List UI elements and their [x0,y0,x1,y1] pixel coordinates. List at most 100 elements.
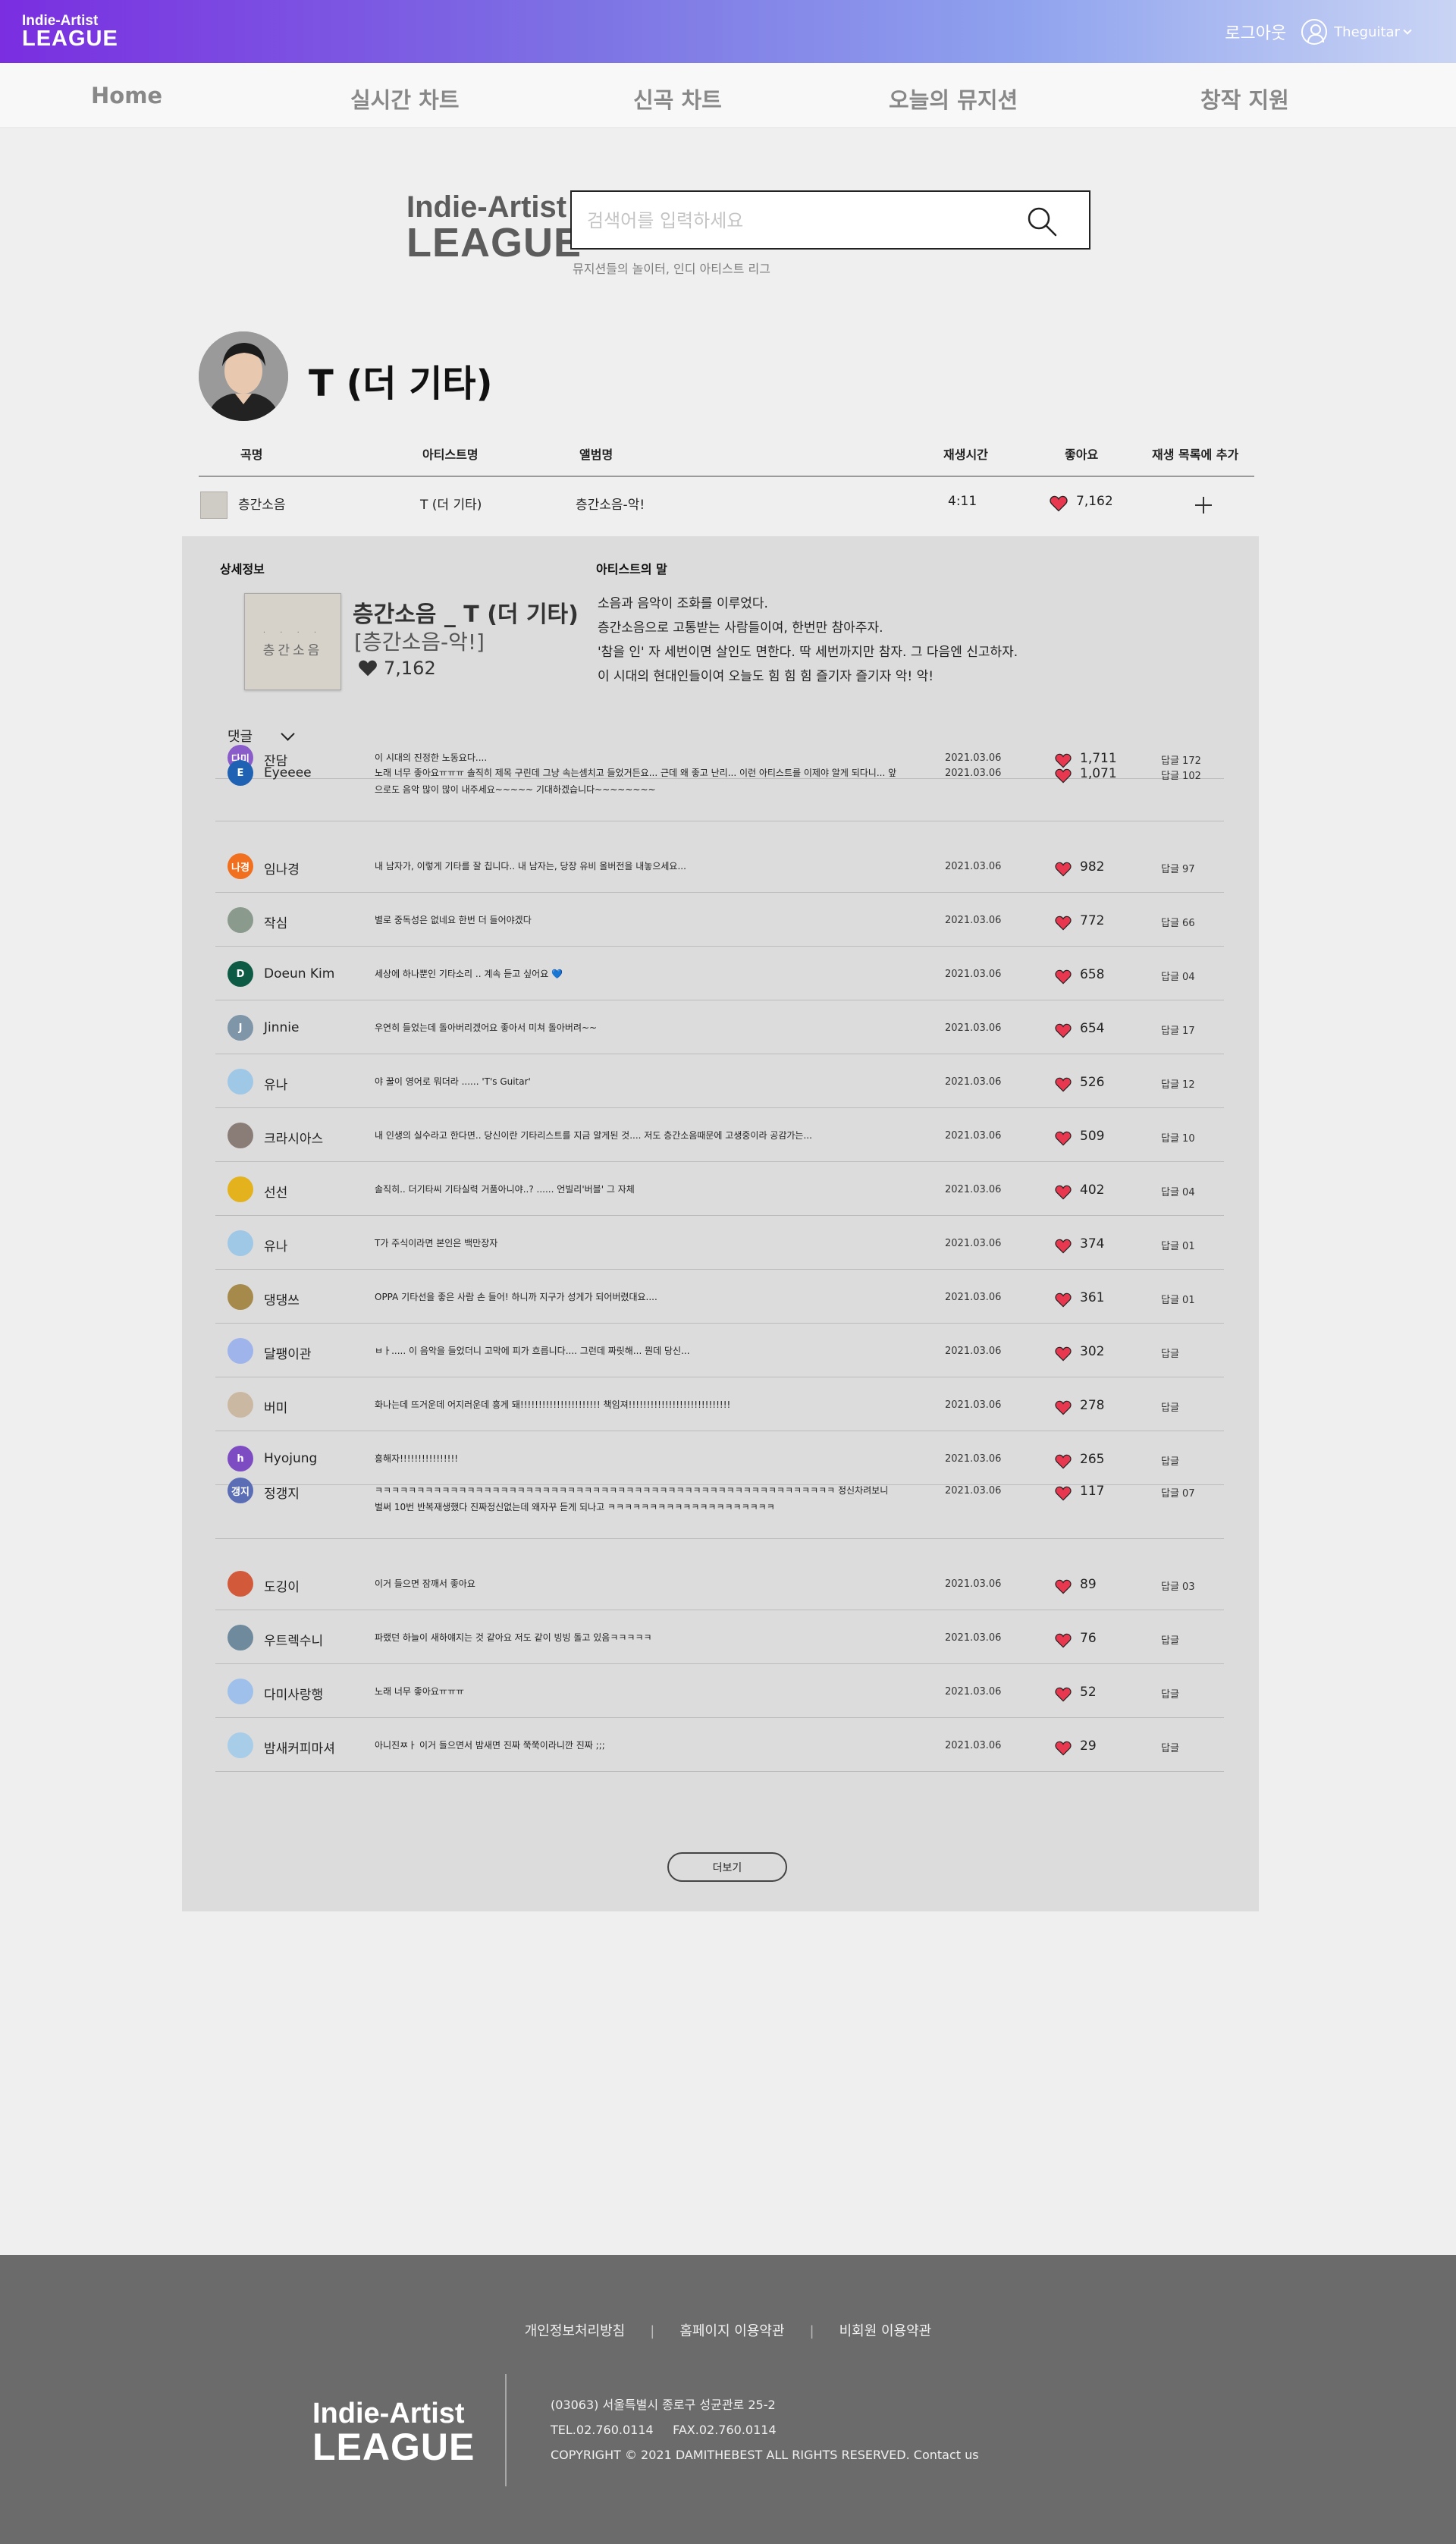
commenter-avatar[interactable] [228,907,253,933]
commenter-name[interactable]: 임나경 [264,859,300,878]
commenter-name[interactable]: 유나 [264,1236,287,1255]
reply-link[interactable]: 답글 12 [1161,1076,1195,1091]
commenter-avatar[interactable] [228,1176,253,1202]
comment-text: 내 남자가, 이렇게 기타를 잘 칩니다.. 내 남자는, 당장 유비 올버전을… [375,861,686,872]
reply-link[interactable]: 답글 [1161,1399,1179,1414]
commenter-name[interactable]: 도깅이 [264,1576,300,1595]
commenter-name[interactable]: Eyeeee [264,765,312,780]
reply-link[interactable]: 답글 01 [1161,1238,1195,1252]
guest-terms-link[interactable]: 비회원 이용약관 [839,2323,932,2339]
commenter-avatar[interactable] [228,1571,253,1597]
heart-icon[interactable] [1055,1486,1072,1501]
commenter-avatar[interactable]: D [228,961,253,987]
commenter-name[interactable]: 댕댕쓰 [264,1289,300,1308]
brand-logo[interactable]: Indie-Artist LEAGUE [406,192,582,263]
commenter-name[interactable]: 선선 [264,1182,287,1201]
artist-words-line: 이 시대의 현대인들이여 오늘도 힘 힘 힘 즐기자 즐기자 악! 악! [598,669,934,684]
heart-icon[interactable] [1055,1131,1072,1146]
commenter-avatar[interactable] [228,1230,253,1256]
reply-link[interactable]: 답글 07 [1161,1485,1195,1500]
heart-icon[interactable] [1055,1346,1072,1362]
heart-icon[interactable] [1055,969,1072,985]
reply-link[interactable]: 답글 10 [1161,1130,1195,1145]
commenter-avatar[interactable] [228,1338,253,1364]
table-row[interactable]: 층간소음 T (더 기타) 층간소음-악! 4:11 7,162 [199,477,1254,535]
heart-icon[interactable] [1055,1400,1072,1415]
nav-realtime-chart[interactable]: 실시간 차트 [350,83,460,115]
commenter-name[interactable]: Hyojung [264,1451,317,1466]
privacy-policy-link[interactable]: 개인정보처리방침 [525,2323,625,2339]
heart-icon[interactable] [1055,1077,1072,1092]
commenter-avatar[interactable]: E [228,760,253,786]
commenter-name[interactable]: 정갱지 [264,1483,300,1502]
reply-link[interactable]: 답글 [1161,1686,1179,1701]
heart-icon[interactable] [1055,1454,1072,1469]
commenter-avatar[interactable] [228,1732,253,1758]
commenter-avatar[interactable]: 나경 [228,853,253,879]
chevron-down-icon[interactable] [1403,26,1412,35]
reply-link[interactable]: 답글 04 [1161,969,1195,983]
heart-icon[interactable] [1055,1579,1072,1594]
heart-icon[interactable] [1055,1741,1072,1756]
commenter-avatar[interactable] [228,1284,253,1310]
user-icon[interactable] [1301,19,1328,45]
commenter-avatar[interactable] [228,1392,253,1418]
song-artist[interactable]: T (더 기타) [420,494,482,513]
heart-icon[interactable] [1055,916,1072,931]
reply-link[interactable]: 답글 66 [1161,915,1195,929]
more-button[interactable]: 더보기 [667,1852,787,1882]
reply-link[interactable]: 답글 04 [1161,1184,1195,1198]
heart-icon[interactable] [1055,1633,1072,1648]
reply-link[interactable]: 답글 102 [1161,768,1201,782]
heart-icon[interactable] [1055,1239,1072,1254]
search-icon[interactable] [1025,205,1059,238]
username[interactable]: Theguitar [1334,24,1400,40]
search-input[interactable] [587,206,1012,236]
commenter-avatar[interactable]: J [228,1015,253,1041]
nav-creation-support[interactable]: 창작 지원 [1200,83,1289,115]
logout-button[interactable]: 로그아웃 [1225,20,1286,44]
commenter-name[interactable]: 다미사랑행 [264,1684,323,1703]
song-title[interactable]: 층간소음 [238,494,286,513]
commenter-name[interactable]: 유나 [264,1074,287,1093]
nav-today-musician[interactable]: 오늘의 뮤지션 [889,83,1018,115]
commenter-avatar[interactable] [228,1069,253,1095]
heart-icon[interactable] [1055,768,1072,784]
commenter-name[interactable]: 크라시아스 [264,1128,323,1147]
header-likes: 좋아요 [1065,448,1099,462]
commenter-name[interactable]: 작심 [264,912,287,931]
heart-filled-icon[interactable] [358,659,378,677]
reply-link[interactable]: 답글 [1161,1632,1179,1647]
heart-icon[interactable] [1055,1292,1072,1308]
nav-home[interactable]: Home [91,83,162,108]
heart-icon[interactable] [1055,1185,1072,1200]
reply-link[interactable]: 답글 17 [1161,1022,1195,1037]
heart-icon[interactable] [1055,862,1072,877]
reply-link[interactable]: 답글 03 [1161,1578,1195,1593]
commenter-avatar[interactable]: 갱지 [228,1478,253,1503]
heart-icon[interactable] [1055,1023,1072,1038]
reply-link[interactable]: 답글 97 [1161,861,1195,875]
commenter-name[interactable]: Doeun Kim [264,966,334,981]
commenter-name[interactable]: 달팽이관 [264,1343,312,1362]
commenter-avatar[interactable] [228,1679,253,1704]
reply-link[interactable]: 답글 01 [1161,1292,1195,1306]
terms-link[interactable]: 홈페이지 이용약관 [679,2323,784,2339]
commenter-name[interactable]: Jinnie [264,1020,299,1035]
commenter-name[interactable]: 밤새커피마셔 [264,1738,335,1757]
header-logo[interactable]: Indie-Artist LEAGUE [22,14,118,50]
reply-link[interactable]: 답글 [1161,1453,1179,1468]
heart-icon[interactable] [1055,1687,1072,1702]
nav-new-chart[interactable]: 신곡 차트 [633,83,722,115]
commenter-avatar[interactable] [228,1625,253,1650]
commenter-name[interactable]: 버미 [264,1397,287,1416]
reply-link[interactable]: 답글 [1161,1346,1179,1360]
reply-link[interactable]: 답글 [1161,1740,1179,1754]
add-to-playlist-button[interactable] [1192,494,1215,517]
song-album[interactable]: 층간소음-악! [576,494,645,513]
heart-icon[interactable] [1050,495,1068,512]
commenter-name[interactable]: 우트렉수니 [264,1630,323,1649]
comment-likes: 89 [1080,1577,1097,1592]
commenter-avatar[interactable] [228,1123,253,1148]
comment-date: 2021.03.06 [945,1632,1002,1644]
